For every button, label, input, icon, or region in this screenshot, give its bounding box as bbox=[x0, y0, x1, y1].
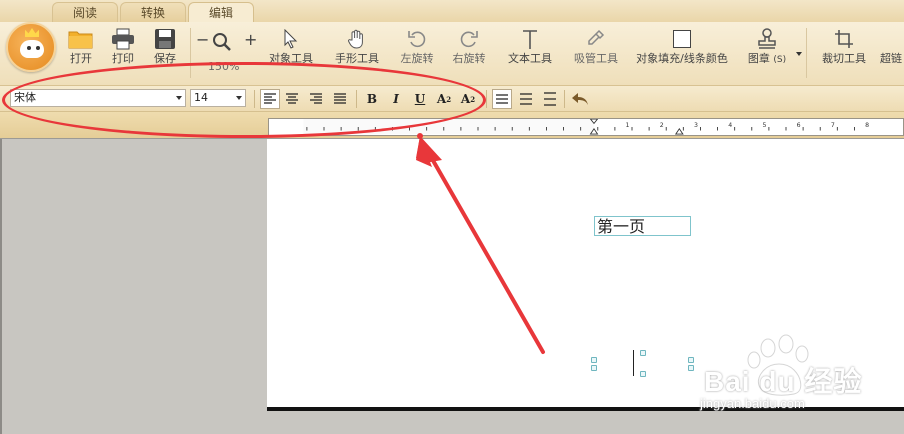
line-spacing-double-icon bbox=[544, 92, 556, 106]
watermark-text: Bai du 经验 bbox=[704, 366, 863, 397]
object-tool-button[interactable]: 对象工具 bbox=[264, 26, 318, 65]
printer-icon bbox=[112, 28, 134, 50]
hand-icon bbox=[348, 29, 363, 49]
text-caret bbox=[633, 350, 634, 376]
hand-tool-label: 手形工具 bbox=[335, 52, 379, 65]
ruler-label: 7 bbox=[831, 122, 835, 129]
ruler-label: 2 bbox=[660, 122, 664, 129]
divider bbox=[564, 90, 565, 108]
tab-read[interactable]: 阅读 bbox=[52, 2, 118, 22]
divider bbox=[806, 28, 807, 78]
ruler-label: 4 bbox=[728, 122, 732, 129]
line-spacing-medium-button[interactable] bbox=[516, 89, 536, 109]
text-t-icon bbox=[523, 30, 537, 49]
print-button[interactable]: 打印 bbox=[106, 26, 140, 65]
tab-bar: 阅读 转换 编辑 bbox=[0, 0, 904, 22]
resize-handle[interactable] bbox=[591, 365, 597, 371]
zoom-in-button[interactable]: + bbox=[244, 30, 257, 49]
hand-tool-button[interactable]: 手形工具 bbox=[330, 26, 384, 65]
open-button[interactable]: 打开 bbox=[64, 26, 98, 65]
line-spacing-single-button[interactable] bbox=[492, 89, 512, 109]
tab-convert[interactable]: 转换 bbox=[120, 2, 186, 22]
rotate-right-label: 右旋转 bbox=[452, 52, 486, 65]
ruler-label: 6 bbox=[797, 122, 801, 129]
print-label: 打印 bbox=[112, 52, 134, 65]
save-button[interactable]: 保存 bbox=[148, 26, 182, 65]
watermark-url: jingyan.baidu.com bbox=[700, 396, 805, 411]
ruler-label: 8 bbox=[865, 122, 869, 129]
stamp-dropdown-icon[interactable] bbox=[796, 52, 802, 56]
fill-line-color-button[interactable]: 对象填充/线条颜色 bbox=[636, 26, 728, 65]
app-logo-icon[interactable] bbox=[6, 22, 56, 72]
zoom-out-button[interactable]: − bbox=[196, 30, 209, 49]
rotate-left-icon bbox=[408, 31, 426, 48]
color-square-icon bbox=[673, 30, 691, 48]
resize-handle[interactable] bbox=[640, 371, 646, 377]
rotate-left-button[interactable]: 左旋转 bbox=[396, 26, 438, 65]
text-tool-label: 文本工具 bbox=[508, 52, 552, 65]
hyperlink-tool-button[interactable]: 超链 bbox=[880, 26, 904, 65]
stamp-shortcut: (S) bbox=[773, 55, 787, 65]
rotate-right-button[interactable]: 右旋转 bbox=[448, 26, 490, 65]
text-tool-button[interactable]: 文本工具 bbox=[502, 26, 558, 65]
stamp-icon bbox=[758, 28, 776, 49]
open-label: 打开 bbox=[70, 52, 92, 65]
annotation-oval bbox=[2, 62, 486, 138]
crop-icon bbox=[835, 30, 853, 48]
resize-handle[interactable] bbox=[640, 350, 646, 356]
resize-handle[interactable] bbox=[591, 357, 597, 363]
crop-tool-label: 裁切工具 bbox=[822, 52, 866, 65]
hyperlink-tool-label: 超链 bbox=[880, 52, 902, 65]
eyedropper-icon bbox=[588, 29, 605, 45]
rotate-right-icon bbox=[460, 31, 478, 48]
tab-edit[interactable]: 编辑 bbox=[188, 2, 254, 22]
divider bbox=[486, 90, 487, 108]
line-spacing-medium-icon bbox=[520, 93, 532, 105]
picker-tool-label: 吸管工具 bbox=[574, 52, 618, 65]
picker-tool-button[interactable]: 吸管工具 bbox=[568, 26, 624, 65]
text-box[interactable]: 第一页 bbox=[594, 216, 691, 236]
cursor-icon bbox=[284, 29, 298, 49]
folder-icon bbox=[68, 31, 93, 49]
floppy-icon bbox=[155, 29, 175, 49]
line-spacing-single-icon bbox=[496, 94, 508, 104]
undo-button[interactable] bbox=[570, 89, 590, 109]
crop-tool-button[interactable]: 裁切工具 bbox=[816, 26, 872, 65]
ruler-label: 3 bbox=[694, 122, 698, 129]
line-spacing-double-button[interactable] bbox=[540, 89, 560, 109]
stamp-label: 图章 bbox=[747, 52, 770, 65]
rotate-left-label: 左旋转 bbox=[400, 52, 434, 65]
ruler-label: 1 bbox=[626, 122, 630, 129]
fill-line-color-label: 对象填充/线条颜色 bbox=[636, 52, 728, 65]
ruler-label: 5 bbox=[762, 122, 766, 129]
undo-arrow-icon bbox=[572, 93, 588, 105]
workspace-left-edge bbox=[0, 139, 2, 434]
stamp-button[interactable]: 图章 (S) bbox=[740, 26, 794, 67]
magnifier-icon[interactable] bbox=[212, 32, 232, 56]
